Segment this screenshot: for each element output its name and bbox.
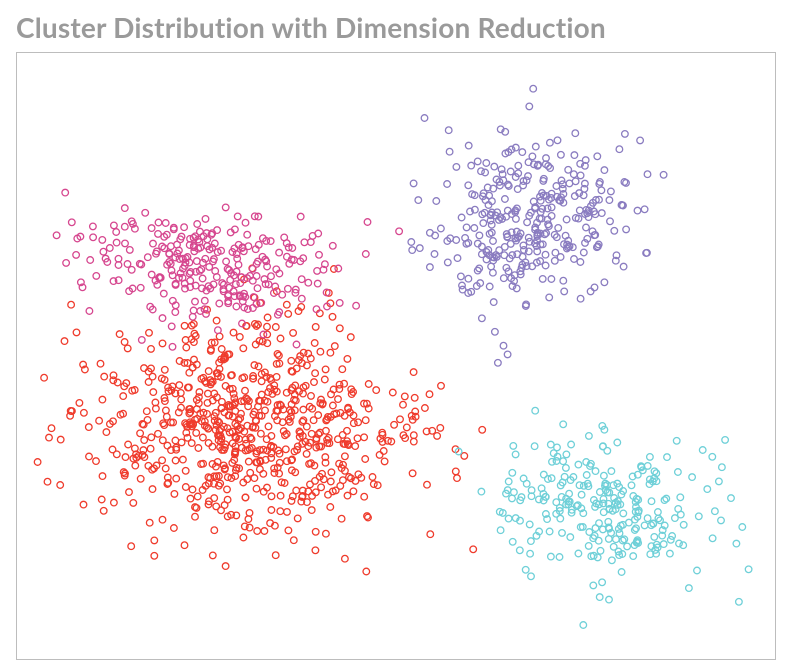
series-cluster-cyan	[455, 407, 752, 628]
plot-area	[16, 52, 776, 660]
scatter-plot	[17, 53, 775, 659]
chart-title: Cluster Distribution with Dimension Redu…	[16, 10, 776, 44]
series-cluster-red	[34, 265, 485, 575]
series-cluster-purple	[408, 85, 667, 366]
series-cluster-pink	[53, 189, 402, 350]
